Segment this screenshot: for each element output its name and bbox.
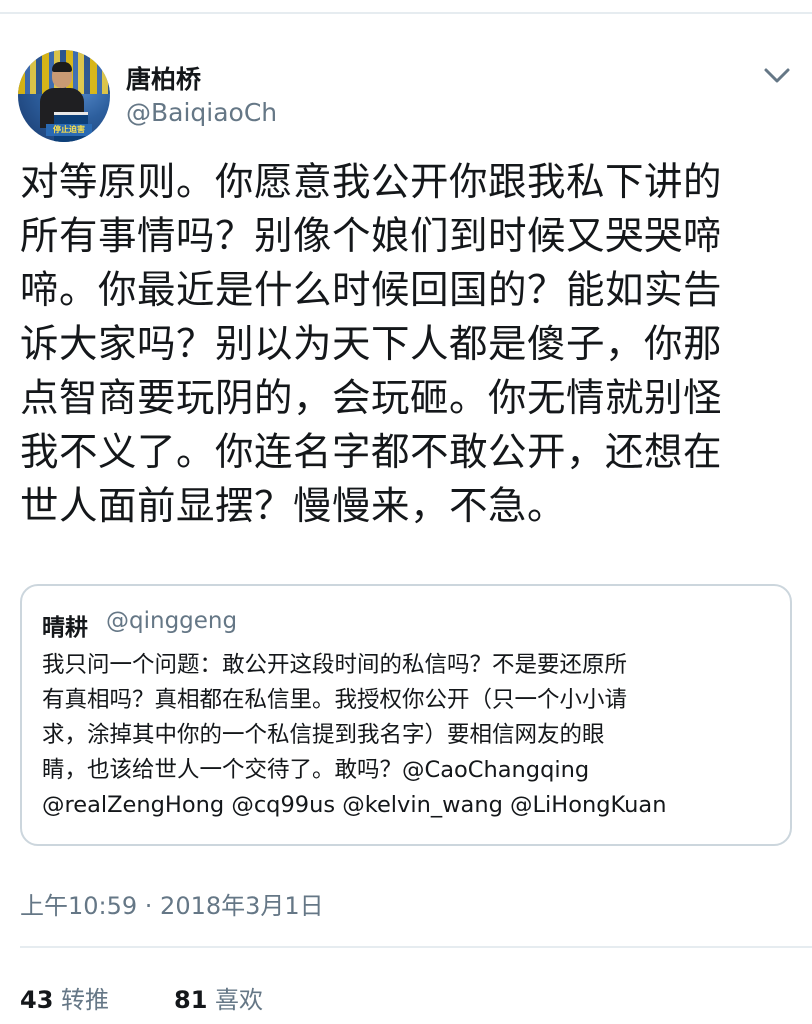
retweet-label: 转推: [61, 986, 110, 1014]
like-count-link[interactable]: 81 喜欢: [174, 980, 263, 1015]
tweet-text: 对等原则。你愿意我公开你跟我私下讲的 所有事情吗？别像个娘们到时候又哭哭啼 啼。…: [20, 160, 723, 529]
like-count: 81: [174, 986, 208, 1014]
like-label: 喜欢: [215, 986, 264, 1014]
divider: [20, 946, 812, 948]
avatar-person-hair: [52, 62, 72, 72]
author-handle[interactable]: @BaiqiaoCh: [126, 98, 277, 127]
quoted-display-name: 晴耕: [42, 615, 88, 641]
quoted-tweet[interactable]: 晴耕 @qinggeng 我只问一个问题：敢公开这段时间的私信吗？不是要还原所 …: [20, 584, 792, 846]
timestamp[interactable]: 上午10:59 · 2018年3月1日: [20, 886, 324, 921]
retweet-count-link[interactable]: 43 转推: [20, 980, 109, 1015]
author-display-name[interactable]: 唐柏桥: [126, 60, 201, 96]
quoted-text: 我只问一个问题：敢公开这段时间的私信吗？不是要还原所 有真相吗？真相都在私信里。…: [42, 652, 667, 818]
avatar-banner: 停止迫害: [46, 124, 92, 136]
quoted-handle: @qinggeng: [106, 608, 238, 634]
chevron-down-icon[interactable]: [762, 62, 792, 88]
retweet-count: 43: [20, 986, 54, 1014]
top-divider: [0, 12, 812, 14]
avatar[interactable]: 停止迫害: [18, 50, 110, 142]
